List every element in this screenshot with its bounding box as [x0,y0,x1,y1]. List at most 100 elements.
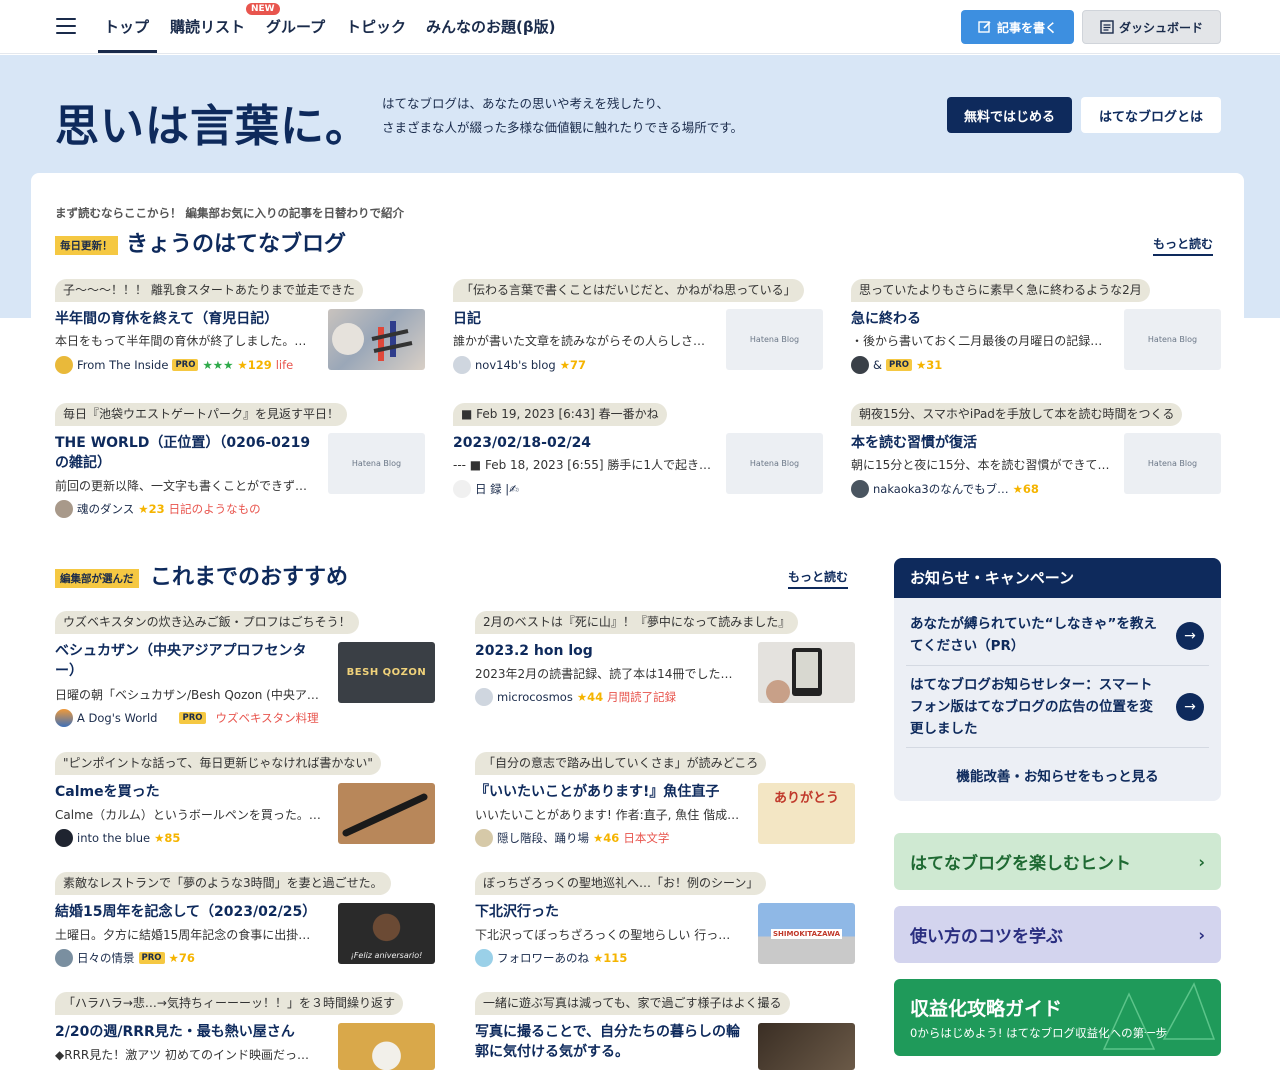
pro-badge: PRO [138,952,165,964]
card-thumbnail[interactable] [338,1023,435,1070]
card-title[interactable]: 結婚15周年を記念して（2023/02/25） [55,902,325,922]
menu-icon[interactable] [56,18,76,34]
tab-subscriptions[interactable]: 購読リスト [170,16,245,37]
ereader-image-icon [766,648,822,703]
card-tag[interactable]: 日本文学 [623,830,669,846]
card-thumbnail[interactable]: Hatena Blog [726,309,823,370]
avatar[interactable] [453,356,471,374]
article-card[interactable]: 子〜〜〜！！！ 離乳食スタートあたりまで並走できた 半年間の育休を終えて（育児日… [55,279,427,379]
article-card[interactable]: ウズベキスタンの炊き込みご飯・プロフはごちそう！ ベシュカザン（中央アジアプロフ… [55,611,436,729]
card-title[interactable]: 写真に撮ることで、自分たちの暮らしの輪郭に気付ける気がする。 [475,1022,745,1062]
card-tag[interactable]: 日記のようなもの [169,501,261,517]
card-title[interactable]: 2/20の週/RRR見た・最も熱い屋さん [55,1022,325,1042]
card-author[interactable]: 魂のダンス [77,501,134,517]
write-article-button[interactable]: 記事を書く [961,10,1074,44]
article-card[interactable]: 「伝わる言葉で書くことはだいじだと、かねがね思っている」 日記 誰かが書いた文章… [453,279,823,379]
card-quote: "ピンポイントな話って、毎日更新じゃなければ書かない" [55,752,381,775]
card-thumbnail[interactable] [328,309,425,370]
card-author[interactable]: 日々の情景 [77,950,135,966]
card-author[interactable]: microcosmos [497,690,573,704]
card-title[interactable]: 半年間の育休を終えて（育児日記） [55,309,317,329]
card-title[interactable]: 下北沢行った [475,902,745,922]
card-title[interactable]: THE WORLD（正位置）（0206-0219の雑記） [55,433,317,473]
arrow-right-icon[interactable]: → [1176,693,1204,721]
avatar[interactable] [55,829,73,847]
tab-odai[interactable]: みんなのお題(β版) [426,16,555,37]
card-author[interactable]: 隠し階段、踊り場 [497,830,589,846]
card-author[interactable]: & [873,358,882,372]
tab-topics[interactable]: トピック [346,16,406,37]
card-author[interactable]: 日 録 |✍ [475,481,519,497]
card-title[interactable]: 『いいたいことがあります!』魚住直子 [475,782,745,802]
card-author[interactable]: From The Inside [77,358,168,372]
card-tag[interactable]: ウズベキスタン料理 [216,710,319,726]
article-card[interactable]: 朝夜15分、スマホやiPadを手放して本を読む時間をつくる 本を読む習慣が復活 … [851,403,1221,503]
card-author[interactable]: into the blue [77,831,150,845]
avatar[interactable] [55,709,73,727]
card-author[interactable]: nakaoka3のなんでもブ… [873,481,1009,497]
card-thumbnail[interactable]: Hatena Blog [1124,309,1221,370]
card-thumbnail[interactable]: ありがとう [758,783,855,844]
card-thumbnail[interactable]: ¡Feliz aniversario! [338,903,435,964]
article-card[interactable]: 毎日『池袋ウエストゲートパーク』を見返す平日！ THE WORLD（正位置）（0… [55,403,427,523]
article-card[interactable]: 「ハラハラ→悲…→気持ちィーーーッ！！」を３時間繰り返す 2/20の週/RRR見… [55,992,436,1070]
tips-banner[interactable]: 使い方のコツを学ぶ › [894,906,1221,963]
recommend-more-link[interactable]: もっと読む [788,568,849,589]
card-thumbnail[interactable] [758,642,855,703]
avatar[interactable] [475,949,493,967]
news-item[interactable]: あなたが縛られていた“しなきゃ”を教えてください（PR） [910,613,1165,657]
today-more-link[interactable]: もっと読む [1153,235,1214,256]
avatar[interactable] [453,480,471,498]
card-title[interactable]: Calmeを買った [55,782,325,802]
card-title[interactable]: 急に終わる [851,309,1113,329]
avatar[interactable] [55,949,73,967]
article-card[interactable]: 「自分の意志で踏み出していくさま」が読みどころ 『いいたいことがあります!』魚住… [475,752,856,852]
card-excerpt: 本日をもって半年間の育休が終了しました。お… [55,334,317,348]
article-card[interactable]: 素敵なレストランで「夢のような3時間」を妻と過ごせた。 結婚15周年を記念して（… [55,872,436,972]
card-excerpt: --- ■ Feb 18, 2023 [6:55] 勝手に1人で起き… [453,458,712,472]
card-thumbnail[interactable]: Hatena Blog [1124,433,1221,494]
avatar[interactable] [851,356,869,374]
article-card[interactable]: 思っていたよりもさらに素早く急に終わるような2月 急に終わる ・後から書いておく… [851,279,1221,379]
card-tag[interactable]: 月間読了記録 [607,689,676,705]
dashboard-button[interactable]: ダッシュボード [1082,10,1221,44]
news-item[interactable]: はてなブログお知らせレター：スマートフォン版はてなブログの広告の位置を変更しまし… [910,674,1165,740]
avatar[interactable] [475,688,493,706]
news-more-link[interactable]: 機能改善・お知らせをもっと見る [894,765,1221,785]
card-thumbnail[interactable]: BESH QOZON [338,642,435,703]
card-author[interactable]: nov14b's blog [475,358,556,372]
article-card[interactable]: 2月のベストは『死に山』！『夢中になって読みました』 2023.2 hon lo… [475,611,856,711]
tab-top[interactable]: トップ [97,16,158,53]
card-thumbnail[interactable]: Hatena Blog [726,433,823,494]
hero-description: はてなブログは、あなたの思いや考えを残したり、 さまざまな人が綴った多様な価値観… [382,92,743,140]
card-excerpt: 下北沢ってぼっちざろっくの聖地らしい 行っ… [475,928,731,942]
card-thumbnail[interactable] [758,1023,855,1070]
article-card[interactable]: "ピンポイントな話って、毎日更新じゃなければ書かない" Calmeを買った Ca… [55,752,436,852]
avatar[interactable] [55,500,73,518]
arrow-right-icon[interactable]: → [1176,622,1204,650]
article-card[interactable]: ■ Feb 19, 2023 [6:43] 春一番かね 2023/02/18-0… [453,403,823,503]
article-card[interactable]: ぼっちざろっくの聖地巡礼へ…「お！例のシーン」 下北沢行った 下北沢ってぼっちざ… [475,872,856,972]
card-title[interactable]: ベシュカザン（中央アジアプロフセンター） [55,641,325,681]
card-author[interactable]: A Dog's World [77,711,157,725]
card-author[interactable]: フォロワーあのね [497,950,589,966]
pen-image-icon [342,793,428,837]
card-thumbnail[interactable]: SHIMOKITAZAWA [758,903,855,964]
avatar[interactable] [851,480,869,498]
card-tag[interactable]: life [276,358,294,372]
card-thumbnail[interactable]: Hatena Blog [328,433,425,494]
today-title: きょうのはてなブログ [126,232,347,257]
avatar[interactable] [55,356,73,374]
card-title[interactable]: 本を読む習慣が復活 [851,433,1113,453]
card-title[interactable]: 日記 [453,309,715,329]
monetize-banner[interactable]: 収益化攻略ガイド 0からはじめよう! はてなブログ収益化への第一歩 [894,979,1221,1056]
article-card[interactable]: 一緒に遊ぶ写真は減っても、家で過ごす様子はよく撮る 写真に撮ることで、自分たちの… [475,992,856,1070]
card-thumbnail[interactable] [338,783,435,844]
about-button[interactable]: はてなブログとは [1081,97,1221,133]
start-free-button[interactable]: 無料ではじめる [947,97,1072,133]
tab-groups[interactable]: グループ [266,16,325,37]
avatar[interactable] [475,829,493,847]
hints-banner[interactable]: はてなブログを楽しむヒント › [894,833,1221,890]
card-title[interactable]: 2023/02/18-02/24 [453,433,715,453]
card-title[interactable]: 2023.2 hon log [475,641,745,661]
